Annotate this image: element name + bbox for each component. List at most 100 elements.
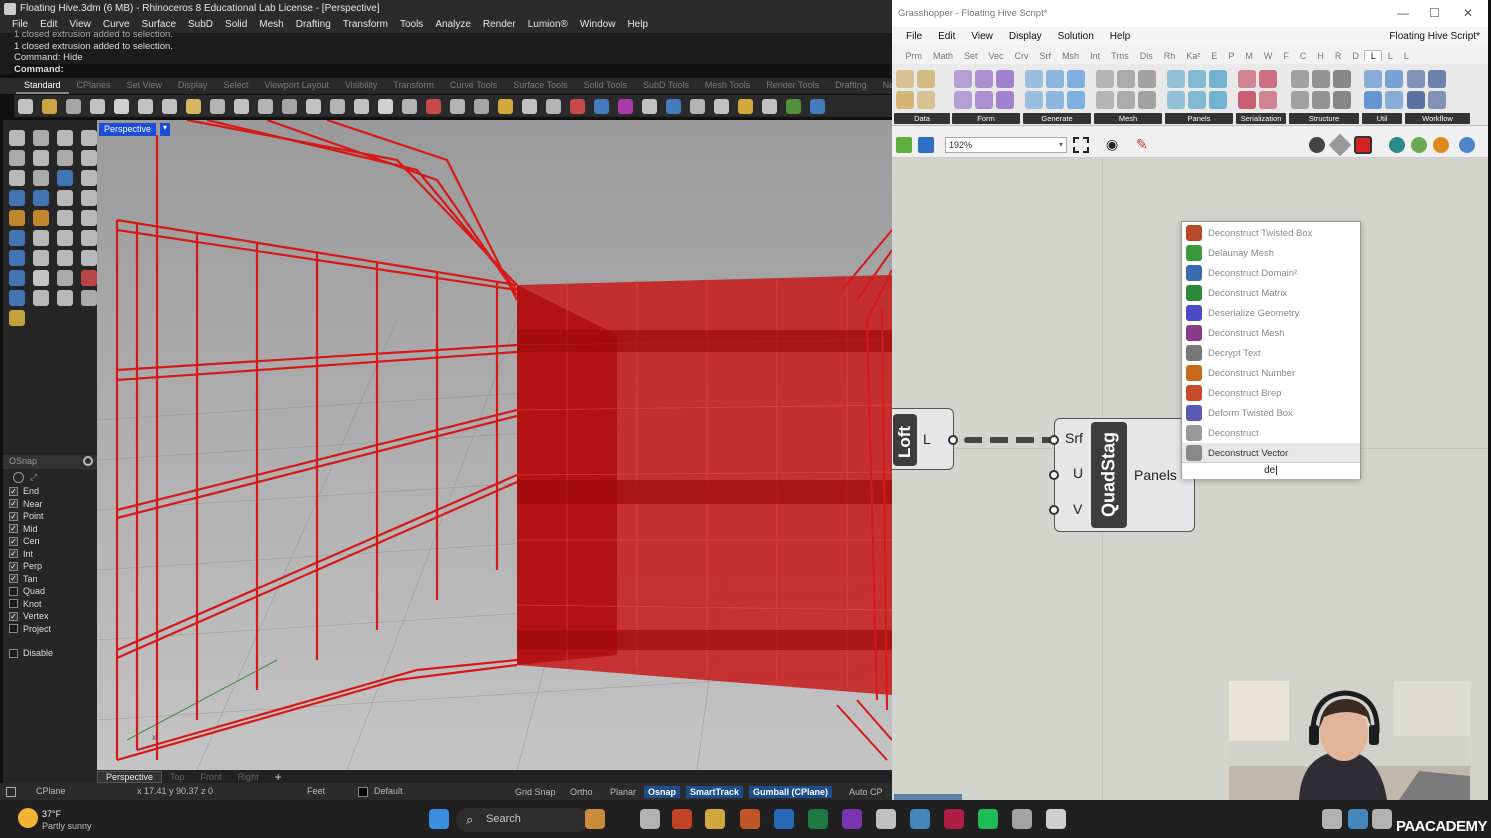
toolbar-tool-icon[interactable] (666, 98, 681, 114)
onedrive-icon[interactable] (1348, 809, 1368, 829)
osnap-item-quad[interactable]: Quad (3, 585, 97, 598)
osnap-checkbox[interactable]: ✓ (9, 511, 18, 521)
toolbar-tab-drafting[interactable]: Drafting (827, 78, 875, 94)
viewport-tab-front[interactable]: Front (193, 772, 230, 782)
toolbar-tab-render-tools[interactable]: Render Tools (758, 78, 827, 94)
osnap-filter-icon[interactable] (13, 472, 24, 483)
osnap-item-point[interactable]: ✓ Point (3, 510, 97, 523)
toolbar-tool-icon[interactable] (714, 98, 729, 114)
component-icon[interactable] (1238, 70, 1256, 88)
osnap-item-project[interactable]: Project (3, 623, 97, 636)
gh-category-tab[interactable]: Crv (1009, 51, 1034, 61)
toolbar-tool-icon[interactable] (234, 98, 249, 114)
command-prompt[interactable]: Command: (12, 63, 890, 75)
gh-menu-solution[interactable]: Solution (1050, 31, 1102, 42)
quadstag-component[interactable]: Srf U V QuadStag Panels (1049, 418, 1195, 532)
material-icon[interactable] (1433, 137, 1449, 153)
gear-icon[interactable] (83, 456, 93, 466)
toolbar-tab-standard[interactable]: Standard (16, 78, 69, 94)
osnap-checkbox[interactable] (9, 599, 18, 609)
component-icon[interactable] (1096, 70, 1114, 88)
loft-output-port[interactable] (948, 435, 958, 445)
mesh-settings-icon[interactable] (1411, 137, 1427, 153)
toolbar-tab-transform[interactable]: Transform (385, 78, 442, 94)
indesign-icon[interactable] (944, 809, 964, 829)
component-icon[interactable] (1167, 91, 1185, 109)
toolbar-tool-icon[interactable] (306, 98, 321, 114)
gh-category-tab[interactable]: Prm (900, 51, 928, 61)
viewport-menu-chevron-icon[interactable]: ▾ (160, 123, 170, 136)
osnap-pick-icon[interactable]: ⤢ (30, 472, 41, 483)
component-icon[interactable] (896, 91, 914, 109)
component-icon[interactable] (1291, 70, 1309, 88)
component-icon[interactable] (1046, 70, 1064, 88)
left-tool-icon[interactable] (57, 210, 73, 226)
component-icon[interactable] (1259, 70, 1277, 88)
left-tool-icon[interactable] (9, 270, 25, 286)
osnap-item-mid[interactable]: ✓ Mid (3, 523, 97, 536)
left-tool-icon[interactable] (9, 290, 25, 306)
component-icon[interactable] (954, 70, 972, 88)
left-tool-icon[interactable] (33, 290, 49, 306)
gh-menu-file[interactable]: File (898, 31, 930, 42)
component-icon[interactable] (1333, 91, 1351, 109)
toolbar-tool-icon[interactable] (66, 98, 81, 114)
add-viewport-tab-button[interactable]: + (267, 770, 290, 784)
left-tool-icon[interactable] (9, 130, 25, 146)
gh-menu-display[interactable]: Display (1001, 31, 1050, 42)
gh-category-tab[interactable]: M (1240, 51, 1259, 61)
minimize-icon[interactable]: — (1397, 6, 1409, 20)
gh-category-tab[interactable]: Vec (983, 51, 1009, 61)
toolbar-tab-display[interactable]: Display (170, 78, 216, 94)
osnap-checkbox[interactable]: ✓ (9, 561, 18, 571)
left-tool-icon[interactable] (33, 190, 49, 206)
status-cplane[interactable]: CPlane (36, 786, 66, 796)
osnap-item-int[interactable]: ✓ Int (3, 548, 97, 561)
toolbar-tab-curve-tools[interactable]: Curve Tools (442, 78, 505, 94)
component-icon[interactable] (1117, 70, 1135, 88)
left-tool-icon[interactable] (81, 190, 97, 206)
left-tool-icon[interactable] (81, 290, 97, 306)
osnap-item-end[interactable]: ✓ End (3, 485, 97, 498)
zoom-dropdown[interactable]: 192% ▾ (945, 137, 1067, 153)
left-tool-icon[interactable] (57, 170, 73, 186)
search-result-item[interactable]: Deserialize Geometry (1182, 303, 1360, 323)
perspective-viewport[interactable]: x (97, 120, 892, 770)
left-tool-icon[interactable] (81, 210, 97, 226)
component-icon[interactable] (954, 91, 972, 109)
gh-category-tab[interactable]: H (1312, 51, 1330, 61)
component-icon[interactable] (1138, 91, 1156, 109)
gh-category-tab[interactable]: C (1294, 51, 1312, 61)
gh-category-tab[interactable]: Msh (1057, 51, 1085, 61)
gh-category-tab[interactable]: Ka² (1181, 51, 1206, 61)
rhino-taskbar-icon[interactable] (1046, 809, 1066, 829)
toolbar-tool-icon[interactable] (162, 98, 177, 114)
viewport-tab-right[interactable]: Right (230, 772, 267, 782)
toolbar-tool-icon[interactable] (450, 98, 465, 114)
component-search-popup[interactable]: Deconstruct Twisted Box Delaunay Mesh Deco… (1181, 221, 1361, 479)
toolbar-tool-icon[interactable] (18, 98, 33, 114)
toolbar-tool-icon[interactable] (522, 98, 537, 114)
chrome-icon[interactable] (672, 809, 692, 829)
toolbar-tool-icon[interactable] (90, 98, 105, 114)
save-file-icon[interactable] (918, 137, 934, 153)
component-icon[interactable] (1385, 91, 1403, 109)
left-tool-icon[interactable] (33, 130, 49, 146)
osnap-checkbox[interactable] (9, 624, 18, 634)
left-tool-icon[interactable] (57, 150, 73, 166)
component-icon[interactable] (1428, 70, 1446, 88)
left-tool-icon[interactable] (9, 170, 25, 186)
search-result-item[interactable]: Deconstruct Mesh (1182, 323, 1360, 343)
osnap-checkbox[interactable]: ✓ (9, 524, 18, 534)
status-planar[interactable]: Planar (606, 786, 640, 798)
search-result-item[interactable]: Decrypt Text (1182, 343, 1360, 363)
file-explorer-icon[interactable] (705, 809, 725, 829)
tray-chevron-icon[interactable] (1322, 809, 1342, 829)
search-result-item[interactable]: Delaunay Mesh (1182, 243, 1360, 263)
preview-shaded-icon[interactable] (1328, 133, 1352, 157)
component-icon[interactable] (1096, 91, 1114, 109)
left-tool-icon[interactable] (81, 150, 97, 166)
osnap-checkbox[interactable] (9, 586, 18, 596)
toolbar-tool-icon[interactable] (618, 98, 633, 114)
left-tool-icon[interactable] (81, 170, 97, 186)
